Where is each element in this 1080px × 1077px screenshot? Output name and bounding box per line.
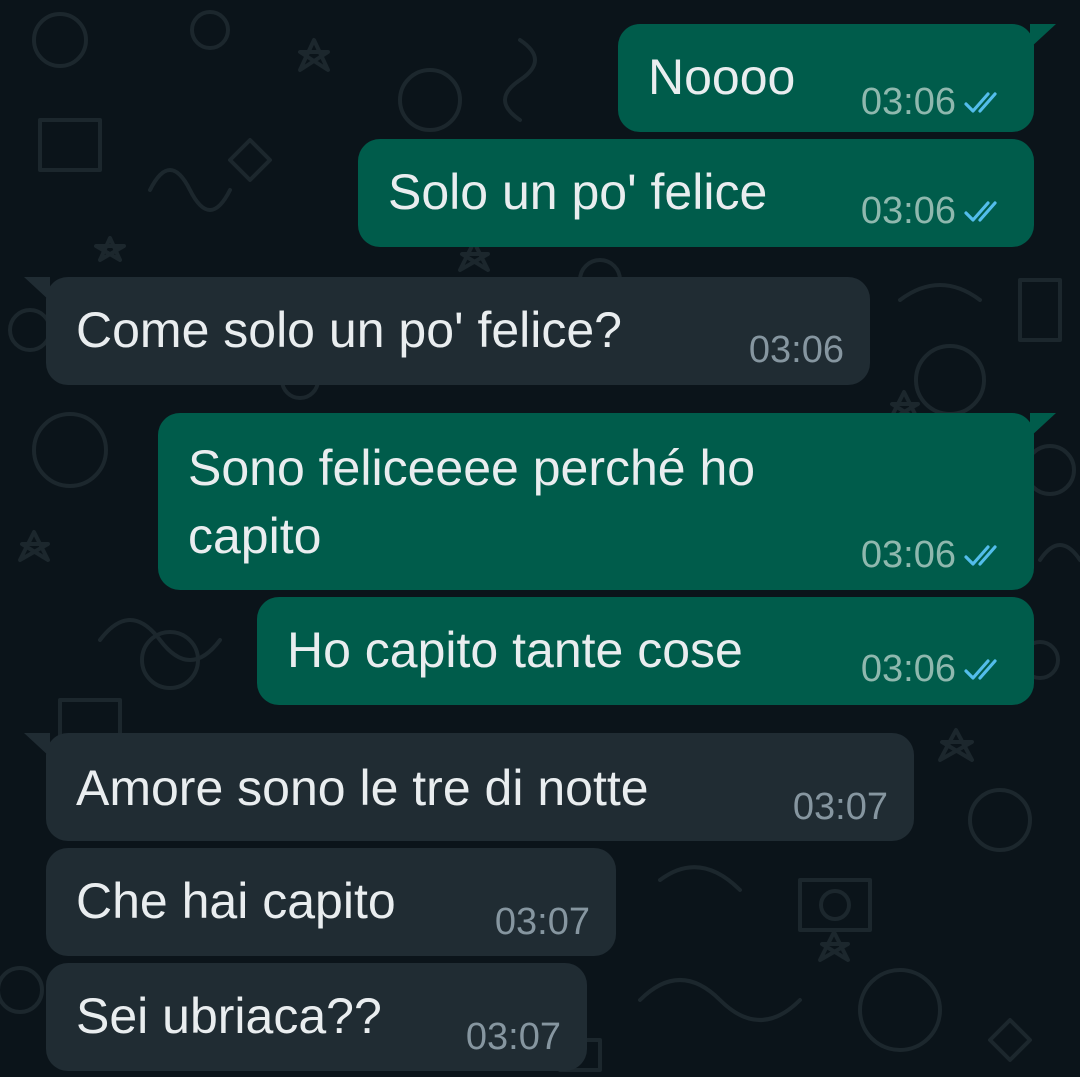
message-text: Solo un po' felice [388, 164, 768, 220]
message-text: Amore sono le tre di notte [76, 760, 649, 816]
message-text-line: capito [188, 508, 322, 564]
message-time: 03:06 [860, 81, 956, 123]
double-check-read-icon [964, 201, 997, 222]
outgoing-message[interactable]: Noooo 03:06 [618, 24, 1056, 132]
incoming-message[interactable]: Sei ubriaca?? 03:07 [46, 963, 587, 1071]
message-text: Che hai capito [76, 873, 396, 929]
chat-messages: Noooo 03:06 Solo un po' felice 03:06 Com… [0, 0, 1080, 1077]
incoming-message[interactable]: Amore sono le tre di notte 03:07 [24, 733, 914, 841]
incoming-message[interactable]: Che hai capito 03:07 [46, 848, 616, 956]
incoming-message[interactable]: Come solo un po' felice? 03:06 [24, 277, 870, 385]
outgoing-message[interactable]: Solo un po' felice 03:06 [358, 139, 1034, 247]
message-text: Noooo [648, 49, 796, 105]
message-time: 03:06 [860, 190, 956, 232]
message-time: 03:07 [792, 786, 888, 828]
message-time: 03:06 [860, 534, 956, 576]
double-check-read-icon [964, 659, 997, 680]
double-check-read-icon [964, 92, 997, 113]
message-time: 03:06 [860, 648, 956, 690]
message-text: Sei ubriaca?? [76, 988, 382, 1044]
outgoing-message[interactable]: Ho capito tante cose 03:06 [257, 597, 1034, 705]
message-text: Ho capito tante cose [287, 622, 743, 678]
message-time: 03:07 [494, 901, 590, 943]
message-text: Come solo un po' felice? [76, 302, 622, 358]
message-time: 03:07 [465, 1016, 561, 1058]
double-check-read-icon [964, 545, 997, 566]
message-text-line: Sono feliceeee perché ho [188, 440, 756, 496]
bubble-tail [24, 277, 50, 301]
bubble-tail [1030, 24, 1056, 48]
bubble-tail [1030, 413, 1056, 437]
bubble-tail [24, 733, 50, 757]
message-time: 03:06 [748, 329, 844, 371]
outgoing-message[interactable]: Sono feliceeee perché ho capito 03:06 [158, 413, 1056, 590]
